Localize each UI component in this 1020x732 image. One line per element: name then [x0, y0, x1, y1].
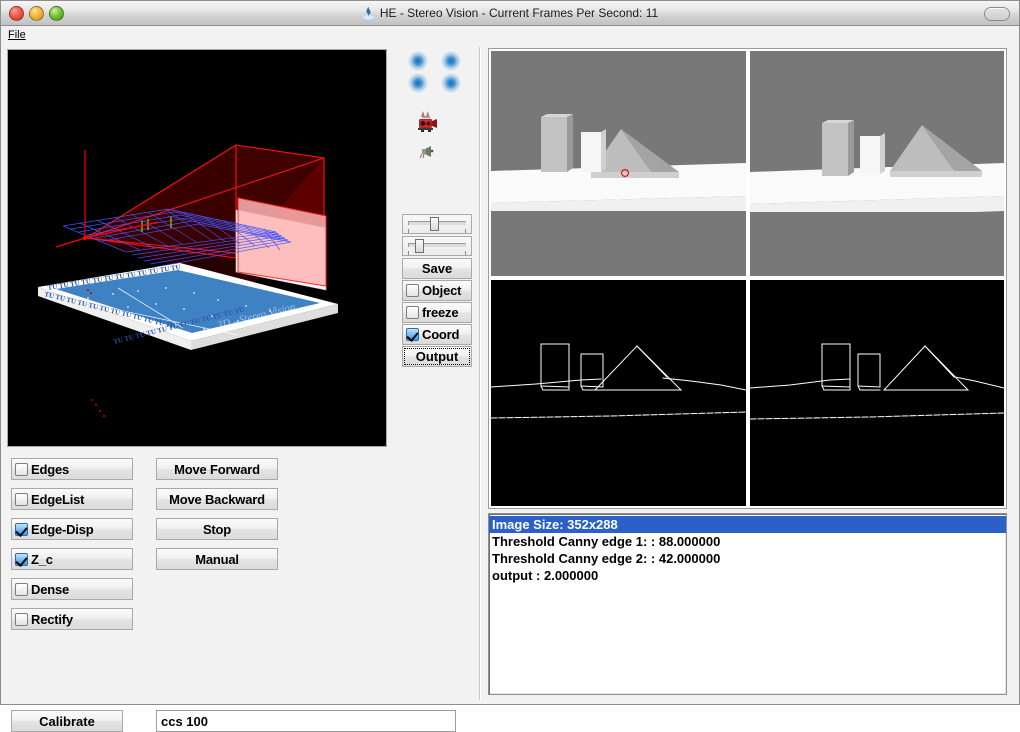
- left-column: TU TU TU TU TU TU TU TU TU TU TU TU TU T…: [1, 43, 456, 732]
- slider-1-tick-max: [465, 229, 466, 233]
- window-controls: [1, 5, 64, 21]
- checkbox-rectify-box[interactable]: [15, 612, 28, 626]
- checkbox-zc-label: Z_c: [31, 551, 53, 567]
- checkbox-freeze[interactable]: freeze: [402, 302, 472, 323]
- move-forward-button[interactable]: Move Forward: [156, 458, 278, 480]
- calibrate-button[interactable]: Calibrate: [11, 710, 123, 732]
- checkbox-object-label: Object: [422, 283, 462, 298]
- zoom-button[interactable]: [49, 5, 64, 21]
- menu-bar: File: [1, 26, 1019, 44]
- checkbox-edgelist-label: EdgeList: [31, 491, 85, 507]
- checkbox-dense-label: Dense: [31, 581, 70, 597]
- checkbox-coord-label: Coord: [422, 327, 460, 342]
- 3d-scene-view[interactable]: TU TU TU TU TU TU TU TU TU TU TU TU TU T…: [7, 49, 387, 447]
- java-app-icon: [362, 6, 375, 21]
- parameter-log-list[interactable]: Image Size: 352x288 Threshold Canny edge…: [488, 513, 1007, 695]
- column-divider: [479, 47, 481, 700]
- indicator-dot-3: [408, 73, 428, 93]
- output-button[interactable]: Output: [402, 346, 472, 367]
- checkbox-object-box[interactable]: [406, 284, 419, 297]
- indicator-dot-4: [441, 73, 461, 93]
- command-input[interactable]: ccs 100: [156, 710, 456, 732]
- checkbox-edge-disp-label: Edge-Disp: [31, 521, 94, 537]
- checkbox-edges-box[interactable]: [15, 462, 28, 476]
- list-item[interactable]: output : 2.000000: [489, 567, 1006, 584]
- feature-toggle-list: Edges EdgeList Edge-Disp Z_c Dense Recti…: [11, 458, 133, 638]
- checkbox-edge-disp-box[interactable]: [15, 522, 28, 536]
- list-item[interactable]: Image Size: 352x288: [489, 516, 1006, 533]
- checkbox-freeze-box[interactable]: [406, 306, 419, 319]
- checkbox-zc[interactable]: Z_c: [11, 548, 133, 570]
- move-backward-button[interactable]: Move Backward: [156, 488, 278, 510]
- plug-icon[interactable]: [419, 145, 437, 159]
- title-bar: HE - Stereo Vision - Current Frames Per …: [1, 1, 1019, 26]
- right-camera-view[interactable]: [750, 51, 1004, 276]
- stereo-view-grid: [488, 48, 1007, 509]
- checkbox-edges[interactable]: Edges: [11, 458, 133, 480]
- slider-2-thumb[interactable]: [415, 239, 424, 253]
- manual-button[interactable]: Manual: [156, 548, 278, 570]
- checkbox-dense-box[interactable]: [15, 582, 28, 596]
- right-edge-view[interactable]: [750, 280, 1004, 506]
- slider-1-tick-min: [408, 229, 409, 233]
- close-button[interactable]: [9, 5, 24, 21]
- motion-button-list: Move Forward Move Backward Stop Manual: [156, 458, 278, 578]
- checkbox-edgelist[interactable]: EdgeList: [11, 488, 133, 510]
- checkbox-dense[interactable]: Dense: [11, 578, 133, 600]
- toolbar-toggle-button[interactable]: [984, 7, 1010, 21]
- slider-2[interactable]: [402, 236, 472, 256]
- list-item[interactable]: Threshold Canny edge 2: : 42.000000: [489, 550, 1006, 567]
- slider-1[interactable]: [402, 214, 472, 234]
- slider-1-thumb[interactable]: [430, 217, 439, 231]
- checkbox-rectify[interactable]: Rectify: [11, 608, 133, 630]
- slider-2-tick-max: [465, 251, 466, 255]
- menu-item-file[interactable]: File: [1, 28, 31, 42]
- middle-column: Save Object freeze Coord Output: [397, 43, 479, 704]
- window-title-text: HE - Stereo Vision - Current Frames Per …: [379, 6, 659, 20]
- indicator-dot-1: [408, 51, 428, 71]
- indicator-dot-group: [408, 51, 464, 93]
- tall-box-side: [567, 114, 573, 172]
- tall-box-front: [541, 117, 567, 172]
- checkbox-zc-box[interactable]: [15, 552, 28, 566]
- checkbox-edges-label: Edges: [31, 461, 70, 477]
- minimize-button[interactable]: [29, 5, 44, 21]
- menu-file-label: File: [8, 28, 26, 41]
- small-box-front: [581, 132, 601, 172]
- list-item[interactable]: Threshold Canny edge 1: : 88.000000: [489, 533, 1006, 550]
- left-camera-view[interactable]: [491, 51, 746, 276]
- right-column: Image Size: 352x288 Threshold Canny edge…: [483, 43, 1019, 704]
- checkbox-coord[interactable]: Coord: [402, 324, 472, 345]
- left-edge-view[interactable]: [491, 280, 746, 506]
- checkbox-coord-box[interactable]: [406, 328, 419, 341]
- camcorder-icon[interactable]: [416, 111, 442, 133]
- checkbox-rectify-label: Rectify: [31, 611, 73, 627]
- application-window: HE - Stereo Vision - Current Frames Per …: [0, 0, 1020, 732]
- stop-button[interactable]: Stop: [156, 518, 278, 540]
- checkbox-edge-disp[interactable]: Edge-Disp: [11, 518, 133, 540]
- checkbox-freeze-label: freeze: [422, 305, 459, 320]
- checkbox-object[interactable]: Object: [402, 280, 472, 301]
- checkbox-edgelist-box[interactable]: [15, 492, 28, 506]
- indicator-dot-2: [441, 51, 461, 71]
- main-content: TU TU TU TU TU TU TU TU TU TU TU TU TU T…: [1, 43, 1019, 732]
- save-button[interactable]: Save: [402, 258, 472, 279]
- slider-2-tick-min: [408, 251, 409, 255]
- window-title-container: HE - Stereo Vision - Current Frames Per …: [1, 6, 1019, 21]
